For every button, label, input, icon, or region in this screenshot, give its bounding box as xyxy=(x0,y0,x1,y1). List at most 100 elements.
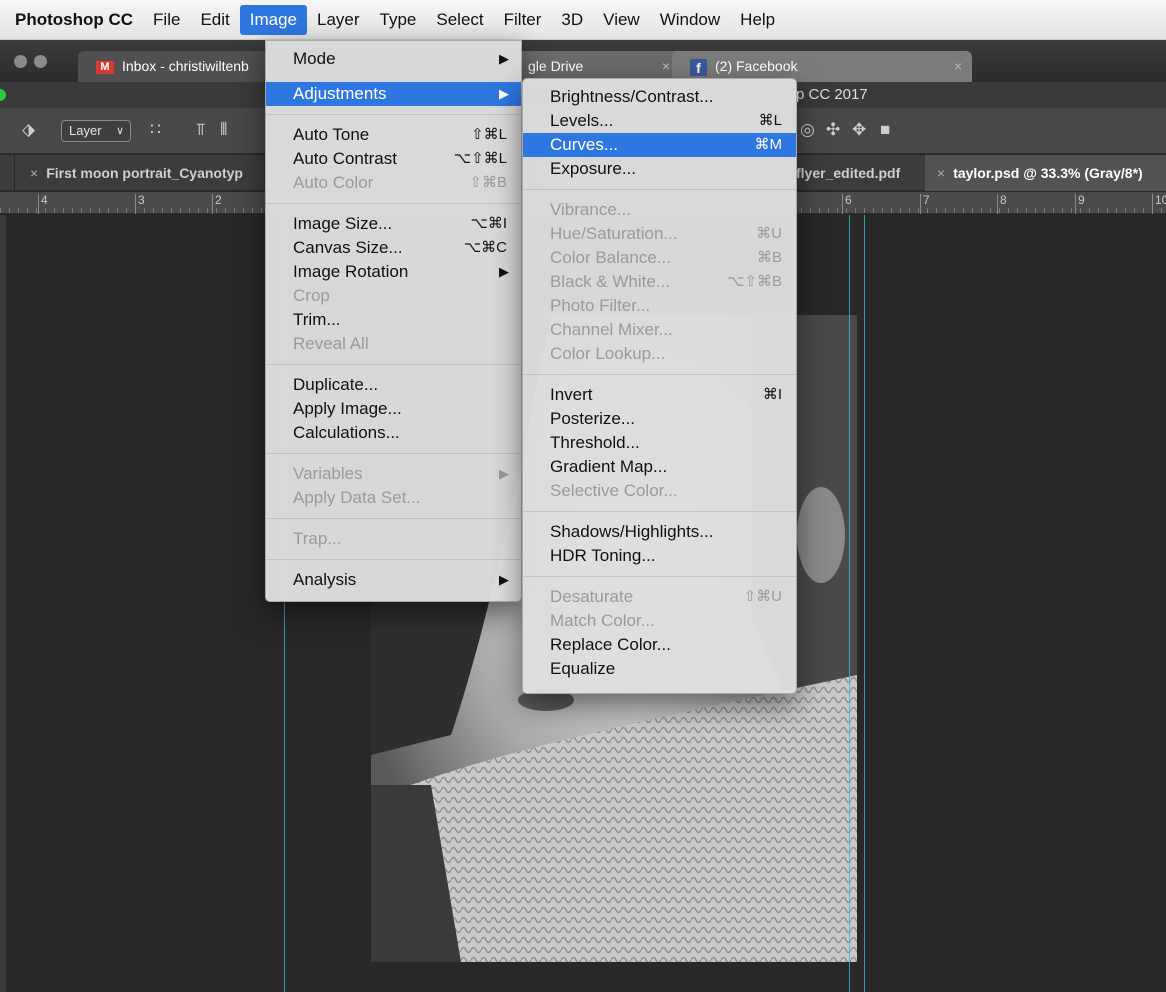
menu-item-label: Match Color... xyxy=(550,611,655,630)
menu-item-posterize[interactable]: Posterize... xyxy=(523,407,796,431)
menu-item-image-size[interactable]: Image Size... ⌥⌘I xyxy=(266,212,521,236)
menu-item-crop: Crop xyxy=(266,284,521,308)
ruler-major-tick xyxy=(38,194,39,214)
doc-tab-moon-portrait[interactable]: × First moon portrait_Cyanotyp xyxy=(30,155,266,191)
window-zoom-dot[interactable] xyxy=(0,89,6,101)
menu-item-label: Apply Image... xyxy=(293,399,402,418)
menu-item-auto-contrast[interactable]: Auto Contrast ⌥⇧⌘L xyxy=(266,147,521,171)
menu-item-label: Image Size... xyxy=(293,214,393,233)
menu-item-shadows-highlights[interactable]: Shadows/Highlights... xyxy=(523,520,796,544)
menu-item-label: Brightness/Contrast... xyxy=(550,87,714,106)
doc-tab-label: First moon portrait_Cyanotyp xyxy=(46,165,243,181)
menu-item-label: Calculations... xyxy=(293,423,400,442)
menu-item-calculations[interactable]: Calculations... xyxy=(266,421,521,445)
menu-item-apply-data-set: Apply Data Set... xyxy=(266,486,521,510)
transform-controls-icon[interactable]: ∷ xyxy=(150,120,161,140)
shortcut-label: ⌘M xyxy=(754,136,783,153)
menu-item-threshold[interactable]: Threshold... xyxy=(523,431,796,455)
submenu-arrow-icon: ▶ xyxy=(499,86,509,101)
menu-item-duplicate[interactable]: Duplicate... xyxy=(266,373,521,397)
auto-select-target-dropdown[interactable]: Layer ∨ xyxy=(61,120,131,142)
menu-bar: Photoshop CC File Edit Image Layer Type … xyxy=(0,0,1166,40)
shortcut-label: ⌘B xyxy=(756,249,782,266)
menu-item-exposure[interactable]: Exposure... xyxy=(523,157,796,181)
menu-type[interactable]: Type xyxy=(370,5,427,35)
menu-item-color-lookup: Color Lookup... xyxy=(523,342,796,366)
menu-help[interactable]: Help xyxy=(730,5,785,35)
menu-item-hdr-toning[interactable]: HDR Toning... xyxy=(523,544,796,568)
menu-select[interactable]: Select xyxy=(426,5,493,35)
menu-item-apply-image[interactable]: Apply Image... xyxy=(266,397,521,421)
doc-tab-close-icon[interactable]: × xyxy=(30,165,38,181)
submenu-arrow-icon: ▶ xyxy=(499,51,509,66)
menu-item-label: Canvas Size... xyxy=(293,238,403,257)
menu-app-photoshop[interactable]: Photoshop CC xyxy=(15,5,143,35)
menu-item-replace-color[interactable]: Replace Color... xyxy=(523,633,796,657)
3d-orbit-icon[interactable]: ◎ xyxy=(800,120,815,140)
menu-separator xyxy=(523,189,796,190)
browser-tab-strip: M Inbox - christiwiltenb gle Drive × f (2) … xyxy=(0,40,1166,82)
menu-3d[interactable]: 3D xyxy=(551,5,593,35)
ruler-major-tick xyxy=(212,194,213,214)
ruler-label: 9 xyxy=(1078,193,1085,207)
browser-tab-label: gle Drive xyxy=(528,58,584,74)
menu-item-auto-tone[interactable]: Auto Tone ⇧⌘L xyxy=(266,123,521,147)
align-top-icon[interactable]: ⫪ xyxy=(196,120,206,140)
move-tool-icon[interactable]: ⬗ xyxy=(22,120,35,140)
menu-item-label: Threshold... xyxy=(550,433,640,452)
menu-item-canvas-size[interactable]: Canvas Size... ⌥⌘C xyxy=(266,236,521,260)
window-minimize-dot[interactable] xyxy=(34,55,47,68)
3d-pan-icon[interactable]: ✥ xyxy=(852,120,866,140)
menu-separator xyxy=(266,518,521,519)
menu-item-label: Hue/Saturation... xyxy=(550,224,678,243)
shortcut-label: ⇧⌘B xyxy=(469,174,507,191)
menu-item-curves[interactable]: Curves... ⌘M xyxy=(523,133,796,157)
shortcut-label: ⌥⌘I xyxy=(470,215,507,232)
menu-item-mode[interactable]: Mode ▶ xyxy=(266,47,521,71)
align-vertical-center-icon[interactable]: ⦀ xyxy=(220,120,227,140)
menu-filter[interactable]: Filter xyxy=(494,5,552,35)
guide-line[interactable] xyxy=(864,215,865,992)
tab-close-icon[interactable]: × xyxy=(954,51,962,82)
menu-edit[interactable]: Edit xyxy=(190,5,239,35)
menu-item-image-rotation[interactable]: Image Rotation ▶ xyxy=(266,260,521,284)
3d-camera-icon[interactable]: ■ xyxy=(880,120,890,140)
menu-item-trim[interactable]: Trim... xyxy=(266,308,521,332)
menu-item-levels[interactable]: Levels... ⌘L xyxy=(523,109,796,133)
menu-item-equalize[interactable]: Equalize xyxy=(523,657,796,681)
guide-line[interactable] xyxy=(849,215,850,992)
doc-tab-close-icon[interactable]: × xyxy=(937,165,945,181)
ruler-major-tick xyxy=(1152,194,1153,214)
menu-item-analysis[interactable]: Analysis ▶ xyxy=(266,568,521,592)
menu-window[interactable]: Window xyxy=(650,5,730,35)
ruler-major-tick xyxy=(842,194,843,214)
menu-item-channel-mixer: Channel Mixer... xyxy=(523,318,796,342)
doc-tab-taylor-active[interactable]: × taylor.psd @ 33.3% (Gray/8*) xyxy=(925,155,1166,191)
shortcut-label: ⌘U xyxy=(756,225,782,242)
ruler-label: 4 xyxy=(41,193,48,207)
menu-item-label: Invert xyxy=(550,385,593,404)
menu-image[interactable]: Image xyxy=(239,4,307,35)
menu-item-brightness-contrast[interactable]: Brightness/Contrast... xyxy=(523,85,796,109)
menu-view[interactable]: View xyxy=(593,5,650,35)
image-menu-dropdown: Mode ▶ Adjustments ▶ Auto Tone ⇧⌘L Auto Con… xyxy=(265,40,522,602)
doc-tab-flyer[interactable]: flyer_edited.pdf xyxy=(796,155,921,191)
menu-item-label: Black & White... xyxy=(550,272,670,291)
menu-item-label: Equalize xyxy=(550,659,616,678)
menu-layer[interactable]: Layer xyxy=(307,5,370,35)
menu-item-adjustments[interactable]: Adjustments ▶ xyxy=(266,82,521,106)
menu-item-label: Posterize... xyxy=(550,409,636,428)
menu-item-gradient-map[interactable]: Gradient Map... xyxy=(523,455,796,479)
menu-item-label: Variables xyxy=(293,464,363,483)
3d-roll-icon[interactable]: ✣ xyxy=(826,120,840,140)
shortcut-label: ⌘L xyxy=(758,112,782,129)
menu-item-label: Mode xyxy=(293,49,336,68)
menu-item-label: Trap... xyxy=(293,529,342,548)
shortcut-label: ⌥⇧⌘L xyxy=(453,150,507,167)
window-close-dot[interactable] xyxy=(14,55,27,68)
menu-file[interactable]: File xyxy=(143,5,190,35)
menu-item-invert[interactable]: Invert ⌘I xyxy=(523,383,796,407)
ruler-label: 8 xyxy=(1000,193,1007,207)
browser-tab-inbox[interactable]: M Inbox - christiwiltenb xyxy=(78,51,268,82)
menu-item-label: Apply Data Set... xyxy=(293,488,421,507)
